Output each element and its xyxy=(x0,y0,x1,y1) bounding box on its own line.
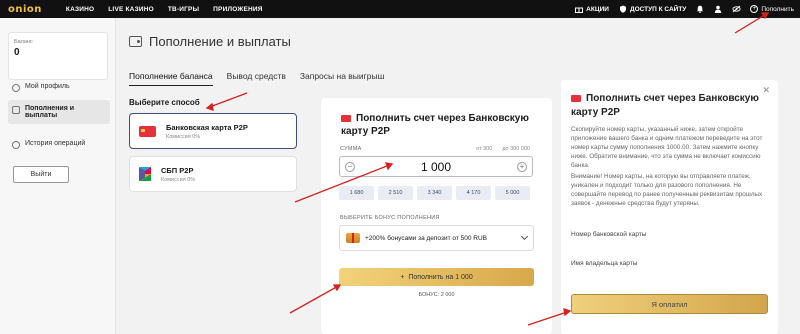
method-sbp-p2p[interactable]: СБП P2P Комиссия 0% xyxy=(129,156,297,192)
amount-range: от 300 до 300 000 xyxy=(476,146,530,152)
tab-deposit[interactable]: Пополнение баланса xyxy=(129,71,213,86)
i-paid-button[interactable]: Я оплатил xyxy=(571,294,768,314)
choose-method-heading: Выберите способ xyxy=(129,98,200,107)
site-access-label: ДОСТУП К САЙТУ xyxy=(629,5,687,13)
payment-instructions-panel: ✕ Пополнить счет через Банковскую карту … xyxy=(561,80,778,334)
user-icon xyxy=(714,5,722,13)
deposit-form-title: Пополнить счет через Банковскую карту P2… xyxy=(341,112,541,138)
chevron-down-icon xyxy=(520,232,529,241)
method-commission: Комиссия 0% xyxy=(166,133,201,140)
bonus-gift-icon xyxy=(346,233,360,243)
instructions-title: Пополнить счет через Банковскую карту P2… xyxy=(571,92,759,119)
card-holder-label: Имя владельца карты xyxy=(571,260,638,267)
quick-amount-chip[interactable]: 5 000 xyxy=(495,186,530,200)
plus-icon: + xyxy=(750,5,759,13)
account-sidebar: Баланс 0 Мой профиль Пополнения и выплат… xyxy=(0,18,116,334)
bonus-select-label: ВЫБЕРИТЕ БОНУС ПОПОЛНЕНИЯ xyxy=(340,215,440,221)
payment-tabs: Пополнение баланса Вывод средств Запросы… xyxy=(129,71,384,86)
method-title: СБП P2P xyxy=(161,165,194,175)
balance-value: 0 xyxy=(14,47,20,58)
sidebar-item-profile[interactable]: Мой профиль xyxy=(8,78,110,97)
bonus-total: БОНУС: 2 000 xyxy=(418,292,455,298)
sidebar-item-history[interactable]: История операций xyxy=(8,135,110,154)
tab-withdraw[interactable]: Вывод средств xyxy=(227,71,286,86)
quick-amount-chip[interactable]: 1 680 xyxy=(339,186,374,200)
eye-off-icon xyxy=(732,5,741,13)
sidebar-item-label: История операций xyxy=(25,140,86,147)
profile-button[interactable] xyxy=(714,5,722,13)
balance-label: Баланс xyxy=(14,39,33,45)
bonus-select-value: +200% бонусами за депозит от 500 RUB xyxy=(365,234,487,242)
tab-win-requests[interactable]: Запросы на выигрыш xyxy=(300,71,385,86)
warning-text: Внимание! Номер карты, на которую вы отп… xyxy=(571,173,763,207)
sidebar-item-label: Пополнения и выплаты xyxy=(25,105,75,119)
amount-min: от 300 xyxy=(476,146,493,152)
shield-icon xyxy=(619,5,627,13)
main-nav: КАЗИНО LIVE КАЗИНО ТВ-ИГРЫ ПРИЛОЖЕНИЯ xyxy=(66,6,263,13)
decrease-amount-button[interactable]: − xyxy=(345,161,355,172)
submit-deposit-button[interactable]: + Пополнить на 1 000 xyxy=(339,268,534,286)
instructions-title-text: Пополнить счет через Банковскую карту P2… xyxy=(571,93,759,118)
bank-card-icon xyxy=(571,94,581,102)
annotation-arrow xyxy=(206,92,248,109)
sidebar-item-label: Мой профиль xyxy=(25,83,70,90)
close-icon[interactable]: ✕ xyxy=(762,85,770,96)
deposit-button[interactable]: + Пополнить xyxy=(750,5,794,13)
nav-casino[interactable]: КАЗИНО xyxy=(66,6,94,13)
wallet-icon xyxy=(129,36,142,47)
quick-amount-chip[interactable]: 3 340 xyxy=(417,186,452,200)
card-number-label: Номер банковской карты xyxy=(571,231,647,238)
method-commission: Комиссия 0% xyxy=(161,176,196,183)
sidebar-item-payments[interactable]: Пополнения и выплаты xyxy=(8,100,110,124)
nav-apps[interactable]: ПРИЛОЖЕНИЯ xyxy=(213,6,262,13)
page-title: Пополнение и выплаты xyxy=(129,34,291,49)
deposit-label: Пополнить xyxy=(761,5,794,13)
annotation-arrowhead xyxy=(205,102,214,111)
bank-card-icon xyxy=(139,125,156,137)
instructions-text: Скопируйте номер карты, указанный ниже, … xyxy=(571,126,763,169)
plus-icon: + xyxy=(400,273,405,281)
topbar-actions: АКЦИИ ДОСТУП К САЙТУ + Пополнить xyxy=(575,0,794,18)
submit-deposit-label: Пополнить на 1 000 xyxy=(408,273,473,281)
top-navigation-bar: onion КАЗИНО LIVE КАЗИНО ТВ-ИГРЫ ПРИЛОЖЕ… xyxy=(0,0,800,18)
nav-live-casino[interactable]: LIVE КАЗИНО xyxy=(108,6,154,13)
bell-icon xyxy=(696,5,704,13)
increase-amount-button[interactable]: + xyxy=(517,161,527,172)
quick-amount-chip[interactable]: 2 510 xyxy=(378,186,413,200)
amount-input[interactable]: 1 000 xyxy=(421,160,451,174)
balance-card: Баланс 0 xyxy=(8,32,108,80)
bank-card-icon xyxy=(341,114,351,122)
profile-icon xyxy=(12,84,20,92)
deposit-form-title-text: Пополнить счет через Банковскую карту P2… xyxy=(341,113,529,137)
quick-amount-chip[interactable]: 4 170 xyxy=(456,186,491,200)
promo-link[interactable]: АКЦИИ xyxy=(575,5,609,13)
site-access-link[interactable]: ДОСТУП К САЙТУ xyxy=(619,5,686,13)
deposit-form-panel: Пополнить счет через Банковскую карту P2… xyxy=(321,98,552,334)
amount-stepper[interactable]: − 1 000 + xyxy=(339,156,533,177)
nav-tv-games[interactable]: ТВ-ИГРЫ xyxy=(168,6,199,13)
sbp-logo-icon xyxy=(139,167,151,181)
visibility-toggle[interactable] xyxy=(732,5,741,13)
method-title: Банковская карта P2P xyxy=(166,122,248,132)
method-bank-card-p2p[interactable]: Банковская карта P2P Комиссия 0% xyxy=(129,113,297,149)
promo-label: АКЦИИ xyxy=(586,5,609,13)
site-logo[interactable]: onion xyxy=(8,4,42,15)
amount-label: СУММА xyxy=(340,146,362,152)
gift-icon xyxy=(575,5,584,13)
history-icon xyxy=(12,141,20,149)
bonus-select[interactable]: +200% бонусами за депозит от 500 RUB xyxy=(339,225,534,251)
notifications-button[interactable] xyxy=(696,5,704,13)
page-title-text: Пополнение и выплаты xyxy=(149,34,291,49)
amount-max: до 300 000 xyxy=(502,146,530,152)
logout-button[interactable]: Выйти xyxy=(13,166,69,183)
wallet-icon xyxy=(12,106,20,114)
quick-amount-chips: 1 680 2 510 3 340 4 170 5 000 xyxy=(339,186,530,200)
